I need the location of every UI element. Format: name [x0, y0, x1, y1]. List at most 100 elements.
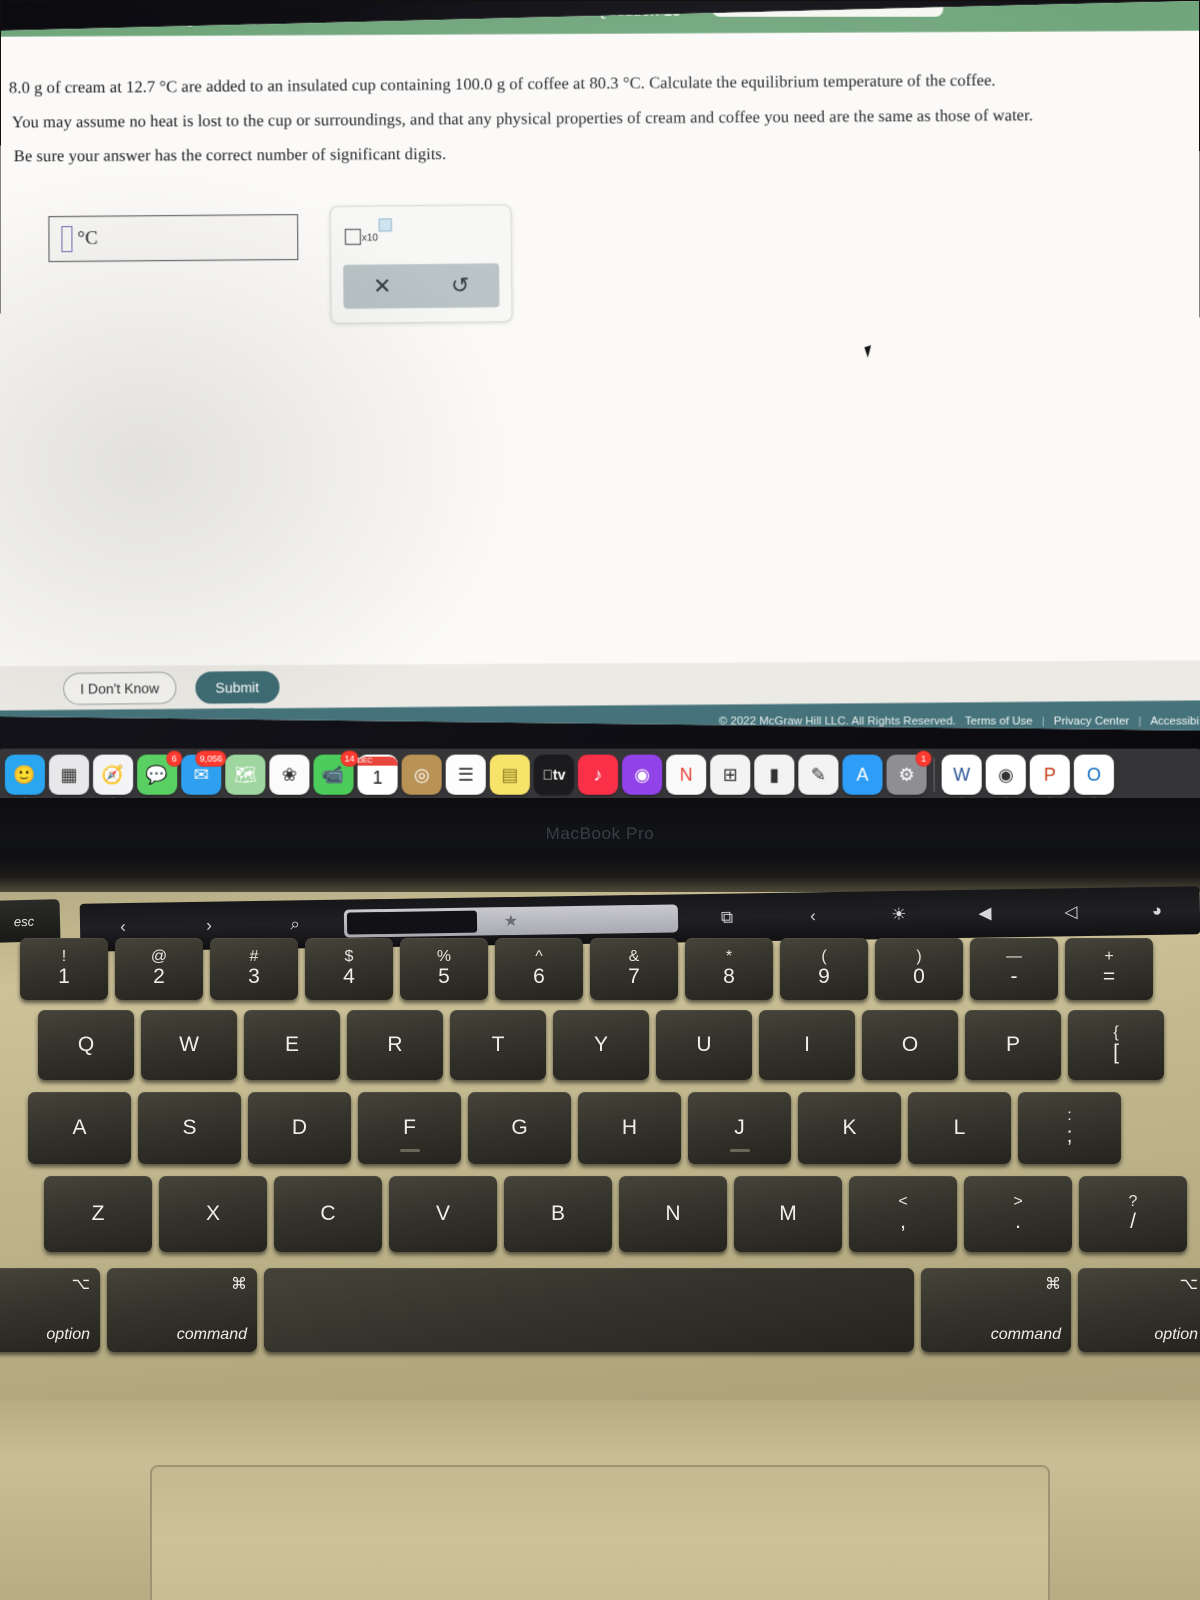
key-l[interactable]: L	[908, 1092, 1011, 1164]
scientific-notation-button[interactable]: x10	[345, 228, 392, 244]
key-z[interactable]: Z	[44, 1176, 152, 1252]
touchbar-brightness[interactable]: ☀	[856, 894, 943, 935]
key-q[interactable]: Q	[38, 1010, 134, 1080]
exponent-box-icon	[379, 218, 392, 231]
key-u[interactable]: U	[656, 1010, 752, 1080]
touchbar-collapse[interactable]: ‹	[770, 896, 857, 937]
key-shift-label: (	[821, 948, 827, 966]
dock-icon-pages[interactable]: ✎	[798, 754, 839, 795]
key-k[interactable]: K	[798, 1092, 901, 1164]
dock-separator	[933, 757, 935, 792]
key-esc[interactable]: esc	[0, 899, 61, 943]
key-label: C	[320, 1202, 336, 1226]
dock-icon-google-chrome[interactable]: ◉	[985, 754, 1026, 801]
key-,[interactable]: <,	[849, 1176, 957, 1252]
key--[interactable]: — -	[970, 938, 1058, 1000]
key-1[interactable]: ! 1	[20, 938, 108, 1000]
key-a[interactable]: A	[28, 1092, 131, 1164]
clear-icon[interactable]: ✕	[343, 273, 421, 300]
key-;[interactable]: :;	[1018, 1092, 1121, 1164]
touchbar-mute[interactable]: ◁	[1028, 892, 1115, 933]
key-option[interactable]: ⌥ option	[1078, 1268, 1200, 1352]
key-command[interactable]: ⌘ command	[107, 1268, 257, 1352]
touchbar-new-tab[interactable]: ⧉	[684, 897, 771, 938]
key-c[interactable]: C	[274, 1176, 382, 1252]
dock-icon-microsoft-powerpoint[interactable]: P	[1029, 754, 1070, 801]
dock-icon-maps[interactable]: 🗺	[225, 754, 266, 795]
key-.[interactable]: >.	[964, 1176, 1072, 1252]
key-e[interactable]: E	[244, 1010, 340, 1080]
key-t[interactable]: T	[450, 1010, 546, 1080]
dock-icon-microsoft-outlook[interactable]: O	[1073, 754, 1115, 801]
key-9[interactable]: (9	[780, 938, 868, 1000]
key-0[interactable]: ) 0	[875, 938, 963, 1000]
key-command[interactable]: ⌘ command	[921, 1268, 1071, 1352]
dock-icon-photos[interactable]: ❀	[269, 754, 310, 795]
dock-icon-system-settings[interactable]: ⚙ 1	[886, 750, 932, 795]
dock-icon-reminders[interactable]: ☰	[445, 754, 486, 795]
touchbar-volume[interactable]: ◀	[942, 893, 1029, 934]
key-f[interactable]: F	[358, 1092, 461, 1164]
key-v[interactable]: V	[389, 1176, 497, 1252]
key-p[interactable]: P	[965, 1010, 1061, 1080]
dock-icon-calendar[interactable]: DEC 1	[357, 754, 398, 795]
key-n[interactable]: N	[619, 1176, 727, 1252]
key-option[interactable]: ⌥ option	[0, 1268, 100, 1352]
dock-icon-contacts[interactable]: ◎	[401, 754, 442, 795]
key-label: 8	[723, 965, 735, 989]
dock-badge-system-settings: 1	[915, 750, 932, 767]
key-x[interactable]: X	[159, 1176, 267, 1252]
key-/[interactable]: ? /	[1079, 1176, 1187, 1252]
key-=[interactable]: + =	[1065, 938, 1153, 1000]
dont-know-button[interactable]: I Don't Know	[63, 672, 176, 705]
key-space[interactable]	[264, 1268, 914, 1352]
key-3[interactable]: #3	[210, 938, 298, 1000]
dock-icon-app-store[interactable]: A	[842, 754, 883, 795]
key-label: H	[621, 1116, 638, 1140]
key-b[interactable]: B	[504, 1176, 612, 1252]
key-2[interactable]: @2	[115, 938, 203, 1000]
touchbar-siri[interactable]: ◕	[1114, 890, 1200, 931]
key-h[interactable]: H	[578, 1092, 681, 1164]
terms-of-use-link[interactable]: Terms of Use	[965, 715, 1033, 727]
dock-icon-news[interactable]: N	[666, 754, 707, 795]
dock-icon-mail[interactable]: ✉ 9,056	[181, 750, 227, 795]
dock-icon-music[interactable]: ♪	[577, 754, 619, 795]
dock-icon-notes[interactable]: ▤	[489, 754, 530, 795]
key-y[interactable]: Y	[553, 1010, 649, 1080]
accessibility-link[interactable]: Accessibi	[1150, 715, 1199, 727]
dock-icon-facetime[interactable]: 📹 14	[313, 750, 359, 795]
key-6[interactable]: ^ 6	[495, 938, 583, 1000]
privacy-center-link[interactable]: Privacy Center	[1054, 715, 1130, 727]
key-g[interactable]: G	[468, 1092, 571, 1164]
key-m[interactable]: M	[734, 1176, 842, 1252]
dock-icon-keynote[interactable]: ⊞	[710, 754, 751, 795]
dock-icon-podcasts[interactable]: ◉	[622, 754, 663, 795]
key-o[interactable]: O	[862, 1010, 958, 1080]
key-r[interactable]: R	[347, 1010, 443, 1080]
key-5[interactable]: % 5	[400, 938, 488, 1000]
photos-icon: ❀	[281, 764, 297, 785]
dock-icon-safari[interactable]: 🧭	[93, 754, 134, 801]
dock-icon-messages[interactable]: 💬 6	[137, 750, 183, 795]
key-[[interactable]: {[	[1068, 1010, 1164, 1080]
key-label: I	[804, 1033, 810, 1057]
key-s[interactable]: S	[138, 1092, 241, 1164]
dock-icon-apple-tv[interactable]: tv	[533, 754, 574, 795]
touchbar-url-slider[interactable]: ★	[343, 904, 679, 938]
undo-icon[interactable]: ↺	[421, 272, 499, 299]
answer-input[interactable]: °C	[48, 214, 298, 262]
submit-button[interactable]: Submit	[195, 671, 279, 704]
key-j[interactable]: J	[688, 1092, 791, 1164]
dock-icon-numbers[interactable]: ▮	[754, 754, 795, 795]
dock-icon-launchpad[interactable]: ▦	[48, 754, 90, 795]
key-d[interactable]: D	[248, 1092, 351, 1164]
dock-icon-finder[interactable]: 🙂	[4, 754, 46, 801]
trackpad[interactable]	[150, 1465, 1050, 1600]
key-w[interactable]: W	[141, 1010, 237, 1080]
key-i[interactable]: I	[759, 1010, 855, 1080]
key-8[interactable]: * 8	[685, 938, 773, 1000]
key-7[interactable]: & 7	[590, 938, 678, 1000]
dock-icon-microsoft-word[interactable]: W	[941, 754, 982, 801]
key-4[interactable]: $4	[305, 938, 393, 1000]
